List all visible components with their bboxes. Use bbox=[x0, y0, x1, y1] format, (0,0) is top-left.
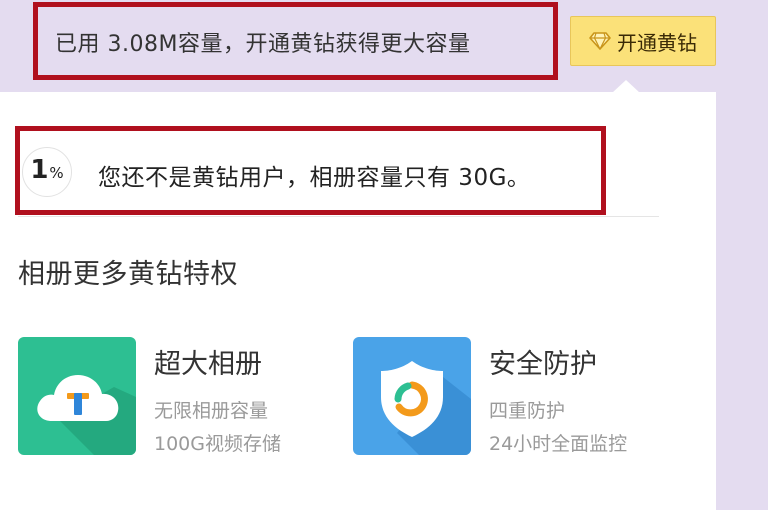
shield-icon bbox=[353, 337, 471, 455]
large-album-title: 超大相册 bbox=[154, 349, 262, 380]
security-protection-tile bbox=[353, 337, 471, 455]
yellow-diamond-popup-screen: 已用 3.08M容量，开通黄钻获得更大容量 开通黄钻 1 % 您还不是黄钻用户，… bbox=[0, 0, 768, 510]
large-album-desc-1: 无限相册容量 bbox=[154, 400, 269, 422]
open-yellow-diamond-label: 开通黄钻 bbox=[617, 30, 697, 55]
security-protection-desc-2: 24小时全面监控 bbox=[489, 433, 628, 455]
large-album-desc-2: 100G视频存储 bbox=[154, 433, 281, 455]
diamond-icon bbox=[589, 32, 611, 50]
large-album-tile bbox=[18, 337, 136, 455]
cloud-t-icon bbox=[18, 337, 136, 455]
usage-highlight-box bbox=[33, 2, 558, 80]
privileges-section-title: 相册更多黄钻特权 bbox=[18, 259, 238, 290]
security-protection-title: 安全防护 bbox=[489, 349, 597, 380]
open-yellow-diamond-button[interactable]: 开通黄钻 bbox=[570, 16, 716, 66]
section-divider bbox=[18, 216, 659, 217]
popup-pointer-arrow bbox=[612, 80, 640, 93]
notice-highlight-box bbox=[15, 126, 606, 215]
security-protection-desc-1: 四重防护 bbox=[489, 400, 566, 422]
